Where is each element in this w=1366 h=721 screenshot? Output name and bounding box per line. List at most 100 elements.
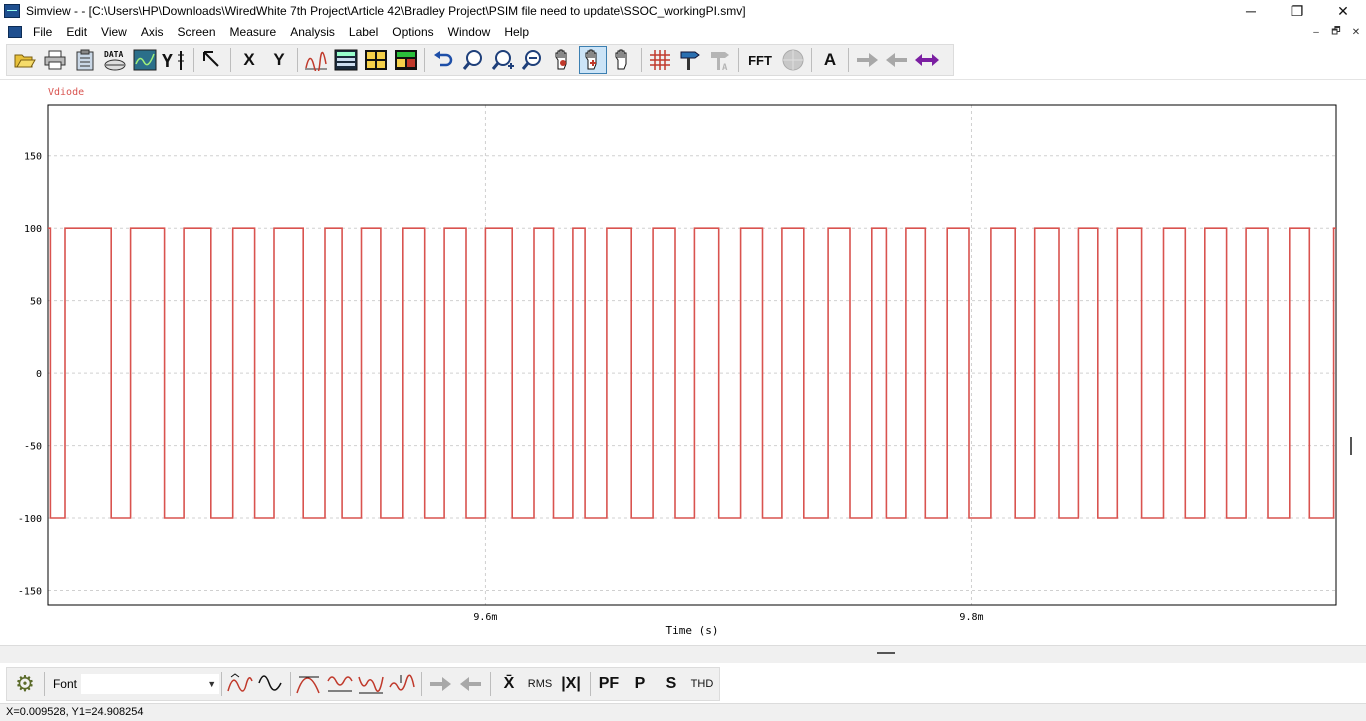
fft-button[interactable]: FFT (743, 46, 777, 74)
toolbar-separator (641, 48, 642, 72)
toolbar-separator (738, 48, 739, 72)
y-tick-label: 100 (24, 224, 42, 235)
menu-help[interactable]: Help (497, 22, 536, 42)
svg-text:A: A (722, 63, 728, 71)
minimize-button[interactable]: ─ (1228, 0, 1274, 22)
data-icon[interactable]: DATA (101, 46, 129, 74)
toolbar-separator (811, 48, 812, 72)
y-tick-label: -50 (24, 442, 42, 453)
valley-icon[interactable] (326, 670, 354, 698)
waveform-chart[interactable]: 150 100 50 0 -50 -100 -150 9.6m 9.8m Vdiode Tim… (0, 80, 1366, 646)
zoom-out-icon[interactable] (519, 46, 547, 74)
menu-bar: File Edit View Axis Screen Measure Analy… (0, 22, 1366, 42)
y-tick-label: 0 (36, 369, 42, 380)
text-icon[interactable]: A (816, 46, 844, 74)
menu-label[interactable]: Label (342, 22, 385, 42)
zoom-icon[interactable] (459, 46, 487, 74)
toolbar-separator (490, 672, 492, 696)
document-restore-button[interactable]: 🗗 (1326, 22, 1346, 42)
window-controls: ─ ❐ ✕ (1228, 0, 1366, 22)
y-tick-label: 50 (30, 297, 42, 308)
arrow-left-icon (883, 46, 911, 74)
next-arrow-icon (426, 670, 454, 698)
bottom-toolbar: ⚙ Font ▼ X̄ RMS |X| PF P S THD (6, 667, 720, 701)
document-window-controls: – 🗗 ✕ (1306, 22, 1366, 42)
y-axis-button[interactable]: Y (265, 46, 293, 74)
toolbar-separator (848, 48, 849, 72)
waveform-min-icon[interactable] (257, 670, 285, 698)
font-dropdown[interactable]: ▼ (80, 674, 220, 694)
screen-icon[interactable] (392, 46, 420, 74)
document-close-button[interactable]: ✕ (1346, 22, 1366, 42)
document-minimize-button[interactable]: – (1306, 22, 1326, 42)
print-icon[interactable] (41, 46, 69, 74)
abs-mean-button[interactable]: |X| (557, 670, 585, 698)
status-bar: X=0.009528, Y1=24.908254 (0, 703, 1366, 721)
svg-text:Y: Y (162, 51, 173, 71)
menu-view[interactable]: View (94, 22, 134, 42)
p-button[interactable]: P (626, 670, 654, 698)
x-tick-label: 9.6m (473, 612, 497, 623)
cursor-icon[interactable] (198, 46, 226, 74)
menu-axis[interactable]: Axis (134, 22, 171, 42)
mean-button[interactable]: X̄ (495, 670, 523, 698)
y-tick-label: 150 (24, 152, 42, 163)
menu-measure[interactable]: Measure (223, 22, 284, 42)
maximize-button[interactable]: ❐ (1274, 0, 1320, 22)
pan-icon[interactable] (549, 46, 577, 74)
pf-button[interactable]: PF (595, 670, 623, 698)
series-label-vdiode: Vdiode (48, 87, 84, 98)
rms-button[interactable]: RMS (526, 670, 554, 698)
svg-text:DATA: DATA (104, 50, 123, 59)
plot-area[interactable]: 150 100 50 0 -50 -100 -150 9.6m 9.8m Vdiode Tim… (0, 79, 1366, 645)
settings-gear-icon[interactable]: ⚙ (11, 670, 39, 698)
grid-icon[interactable] (646, 46, 674, 74)
simview-app-icon[interactable] (4, 4, 20, 18)
max-search-icon[interactable] (388, 670, 416, 698)
hand-icon[interactable] (609, 46, 637, 74)
x-tick-labels: 9.6m 9.8m (473, 612, 983, 623)
fft-disabled-icon (779, 46, 807, 74)
menu-file[interactable]: File (26, 22, 59, 42)
marker-icon[interactable] (676, 46, 704, 74)
y-axis-icon[interactable]: Y (161, 46, 189, 74)
toolbar-separator (297, 48, 298, 72)
toolbar-separator (290, 672, 292, 696)
arrow-both-icon[interactable] (913, 46, 941, 74)
window-title: Simview - - [C:\Users\HP\Downloads\Wired… (26, 4, 746, 18)
menu-edit[interactable]: Edit (59, 22, 94, 42)
y-tick-label: -100 (18, 514, 42, 525)
vertical-splitter-grip[interactable] (1350, 437, 1352, 455)
x-tick-label: 9.8m (959, 612, 983, 623)
peak-icon[interactable] (295, 670, 323, 698)
x-axis-button[interactable]: X (235, 46, 263, 74)
scope-icon[interactable] (131, 46, 159, 74)
splitter-grip[interactable] (877, 652, 895, 654)
clipboard-icon[interactable] (71, 46, 99, 74)
menu-analysis[interactable]: Analysis (283, 22, 342, 42)
measure-hand-icon[interactable] (579, 46, 607, 74)
grid-table-icon[interactable] (362, 46, 390, 74)
title-bar: Simview - - [C:\Users\HP\Downloads\Wired… (0, 0, 1366, 22)
y-tick-labels: 150 100 50 0 -50 -100 -150 (18, 152, 42, 598)
min-search-icon[interactable] (357, 670, 385, 698)
menu-screen[interactable]: Screen (171, 22, 223, 42)
s-button[interactable]: S (657, 670, 685, 698)
thd-button[interactable]: THD (688, 670, 716, 698)
signal-icon[interactable] (302, 46, 330, 74)
open-icon[interactable] (11, 46, 39, 74)
close-button[interactable]: ✕ (1320, 0, 1366, 22)
dropdown-arrow-icon[interactable]: ▼ (207, 679, 216, 689)
undo-icon[interactable] (429, 46, 457, 74)
toolbar-separator (230, 48, 231, 72)
waveform-max-icon[interactable] (226, 670, 254, 698)
y-tick-label: -150 (18, 587, 42, 598)
menu-options[interactable]: Options (385, 22, 440, 42)
zoom-in-icon[interactable] (489, 46, 517, 74)
document-icon[interactable] (8, 26, 22, 38)
table-icon[interactable] (332, 46, 360, 74)
toolbar-separator (44, 672, 45, 696)
menu-window[interactable]: Window (441, 22, 498, 42)
cursor-readout: X=0.009528, Y1=24.908254 (6, 706, 144, 718)
horizontal-splitter[interactable] (0, 645, 1366, 663)
